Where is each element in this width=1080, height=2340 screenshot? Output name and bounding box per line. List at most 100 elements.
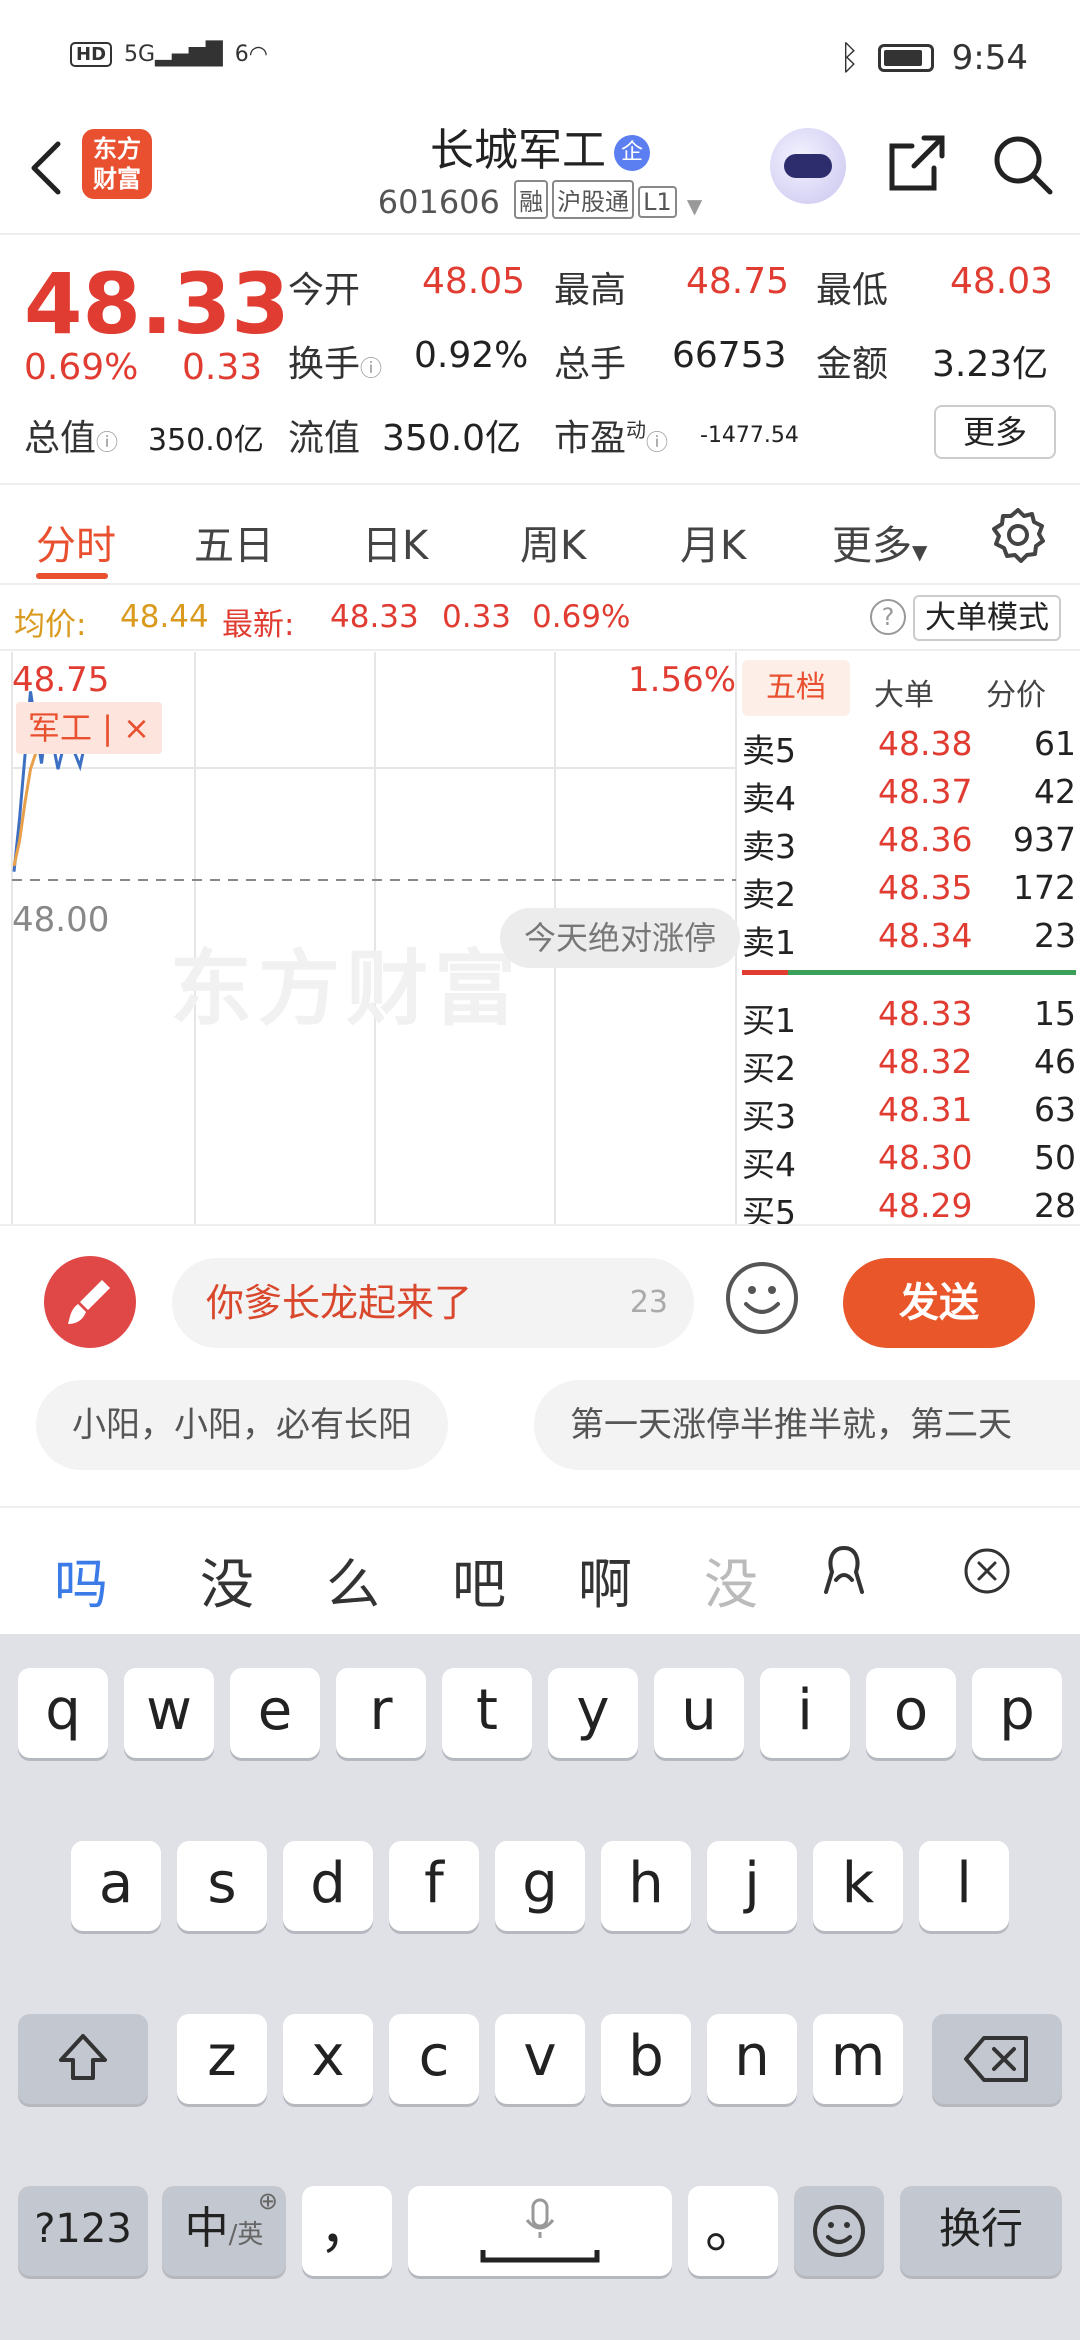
tab-five-levels[interactable]: 五档: [742, 660, 850, 716]
wifi-icon: 6◠: [234, 42, 268, 67]
tag-margin: 融: [514, 180, 549, 219]
amount-label: 金额: [816, 344, 889, 385]
key-f[interactable]: f: [389, 1841, 479, 1931]
key-d[interactable]: d: [283, 1841, 373, 1931]
key-o[interactable]: o: [866, 1668, 956, 1758]
more-button[interactable]: 更多: [934, 405, 1056, 459]
tab-large-orders[interactable]: 大单: [874, 670, 934, 714]
key-l[interactable]: l: [919, 1841, 1009, 1931]
comment-composer: 你爹长龙起来了 23 发送 小阳，小阳，必有长阳 第一天涨停半推半就，第二天: [0, 1224, 1080, 1504]
base-price-label: 48.00: [12, 900, 110, 940]
high-value: 48.75: [686, 261, 790, 302]
help-icon[interactable]: ?: [870, 599, 906, 635]
info-icon: ⓘ: [646, 431, 669, 456]
mktcap-value: 350.0亿: [148, 423, 264, 458]
close-candidates-icon[interactable]: [962, 1546, 1012, 1600]
candidate-word[interactable]: 吧: [452, 1540, 506, 1619]
search-icon[interactable]: [990, 132, 1054, 200]
latest-label: 最新:: [222, 607, 295, 643]
candidate-word[interactable]: 没: [704, 1540, 758, 1619]
tab-weekly-k[interactable]: 周K: [520, 513, 586, 571]
numbers-key[interactable]: ?123: [18, 2186, 148, 2276]
key-z[interactable]: z: [177, 2014, 267, 2104]
pe-label[interactable]: 市盈动ⓘ: [554, 409, 668, 461]
key-j[interactable]: j: [707, 1841, 797, 1931]
language-switch-key[interactable]: 中/英 ⊕: [162, 2186, 286, 2276]
ask-row: 卖1 48.34 23: [742, 916, 1076, 962]
space-key[interactable]: [408, 2186, 672, 2276]
key-p[interactable]: p: [972, 1668, 1062, 1758]
shift-key[interactable]: [18, 2014, 148, 2104]
suggestion-chip[interactable]: 第一天涨停半推半就，第二天: [534, 1380, 1080, 1470]
tab-monthly-k[interactable]: 月K: [680, 513, 746, 571]
candidate-word[interactable]: 没: [200, 1540, 254, 1619]
key-g[interactable]: g: [495, 1841, 585, 1931]
key-c[interactable]: c: [389, 2014, 479, 2104]
comment-input[interactable]: 你爹长龙起来了 23: [172, 1258, 694, 1348]
emoji-key[interactable]: [794, 2186, 884, 2276]
float-value: 350.0亿: [382, 418, 522, 459]
send-button[interactable]: 发送: [843, 1258, 1035, 1348]
key-n[interactable]: n: [707, 2014, 797, 2104]
key-t[interactable]: t: [442, 1668, 532, 1758]
status-left: HD 5G▂▄▆█ 6◠: [70, 42, 268, 67]
avg-value: 48.44: [120, 599, 209, 635]
key-u[interactable]: u: [654, 1668, 744, 1758]
tab-more[interactable]: 更多▼: [832, 513, 927, 571]
candidate-word[interactable]: 吗: [54, 1540, 108, 1619]
intraday-chart[interactable]: 东方财富 48.75 1.56% 48.00 军工 | × 今天绝对涨停: [0, 652, 740, 1224]
high-label: 最高: [554, 270, 627, 311]
period-key[interactable]: 。: [688, 2186, 778, 2276]
key-a[interactable]: a: [71, 1841, 161, 1931]
backspace-key[interactable]: [932, 2014, 1062, 2104]
key-e[interactable]: e: [230, 1668, 320, 1758]
handwriting-icon[interactable]: [816, 1542, 872, 1602]
change-amt: 0.33: [182, 347, 263, 388]
candidate-word[interactable]: 么: [326, 1540, 380, 1619]
mktcap-label[interactable]: 总值ⓘ: [24, 409, 118, 461]
period-tabs: 分时 五日 日K 周K 月K 更多▼: [0, 485, 1080, 585]
key-q[interactable]: q: [18, 1668, 108, 1758]
tab-five-day[interactable]: 五日: [194, 513, 274, 571]
bluetooth-icon: ᛒ: [839, 38, 860, 78]
change-pct: 0.69%: [24, 347, 139, 388]
tab-daily-k[interactable]: 日K: [362, 513, 428, 571]
battery-icon: [877, 44, 934, 72]
globe-icon: ⊕: [257, 2187, 278, 2215]
pe-value: -1477.54: [700, 423, 799, 448]
assistant-robot-icon[interactable]: [770, 128, 846, 204]
hd-icon: HD: [70, 42, 113, 67]
char-count: 23: [629, 1285, 668, 1320]
enter-key[interactable]: 换行: [900, 2186, 1062, 2276]
share-icon[interactable]: [884, 132, 948, 200]
key-i[interactable]: i: [760, 1668, 850, 1758]
key-x[interactable]: x: [283, 2014, 373, 2104]
settings-gear-icon[interactable]: [990, 507, 1046, 567]
tab-intraday[interactable]: 分时: [36, 513, 116, 571]
emoji-smile-icon: [813, 2205, 865, 2257]
tab-price-dist[interactable]: 分价: [986, 670, 1046, 714]
backspace-icon: [964, 2036, 1028, 2082]
comma-key[interactable]: ，: [302, 2186, 392, 2276]
candidate-word[interactable]: 啊: [578, 1540, 632, 1619]
key-w[interactable]: w: [124, 1668, 214, 1758]
big-order-mode-button[interactable]: 大单模式: [913, 595, 1061, 641]
key-v[interactable]: v: [495, 2014, 585, 2104]
top-pct-label: 1.56%: [628, 660, 737, 700]
shift-arrow-icon: [59, 2034, 107, 2080]
suggestion-chip[interactable]: 小阳，小阳，必有长阳: [36, 1380, 448, 1470]
key-k[interactable]: k: [813, 1841, 903, 1931]
ask-row: 卖2 48.35 172: [742, 868, 1076, 914]
key-h[interactable]: h: [601, 1841, 691, 1931]
key-r[interactable]: r: [336, 1668, 426, 1758]
turnover-label[interactable]: 换手ⓘ: [288, 335, 382, 387]
key-m[interactable]: m: [813, 2014, 903, 2104]
key-b[interactable]: b: [601, 2014, 691, 2104]
sector-tag-chip[interactable]: 军工 | ×: [16, 702, 162, 754]
soft-keyboard: q w e r t y u i o p a s d f g h j k l z …: [0, 1634, 1080, 2340]
emoji-icon[interactable]: [726, 1262, 798, 1334]
low-value: 48.03: [950, 261, 1054, 302]
paint-brush-icon[interactable]: [44, 1256, 136, 1348]
key-s[interactable]: s: [177, 1841, 267, 1931]
key-y[interactable]: y: [548, 1668, 638, 1758]
